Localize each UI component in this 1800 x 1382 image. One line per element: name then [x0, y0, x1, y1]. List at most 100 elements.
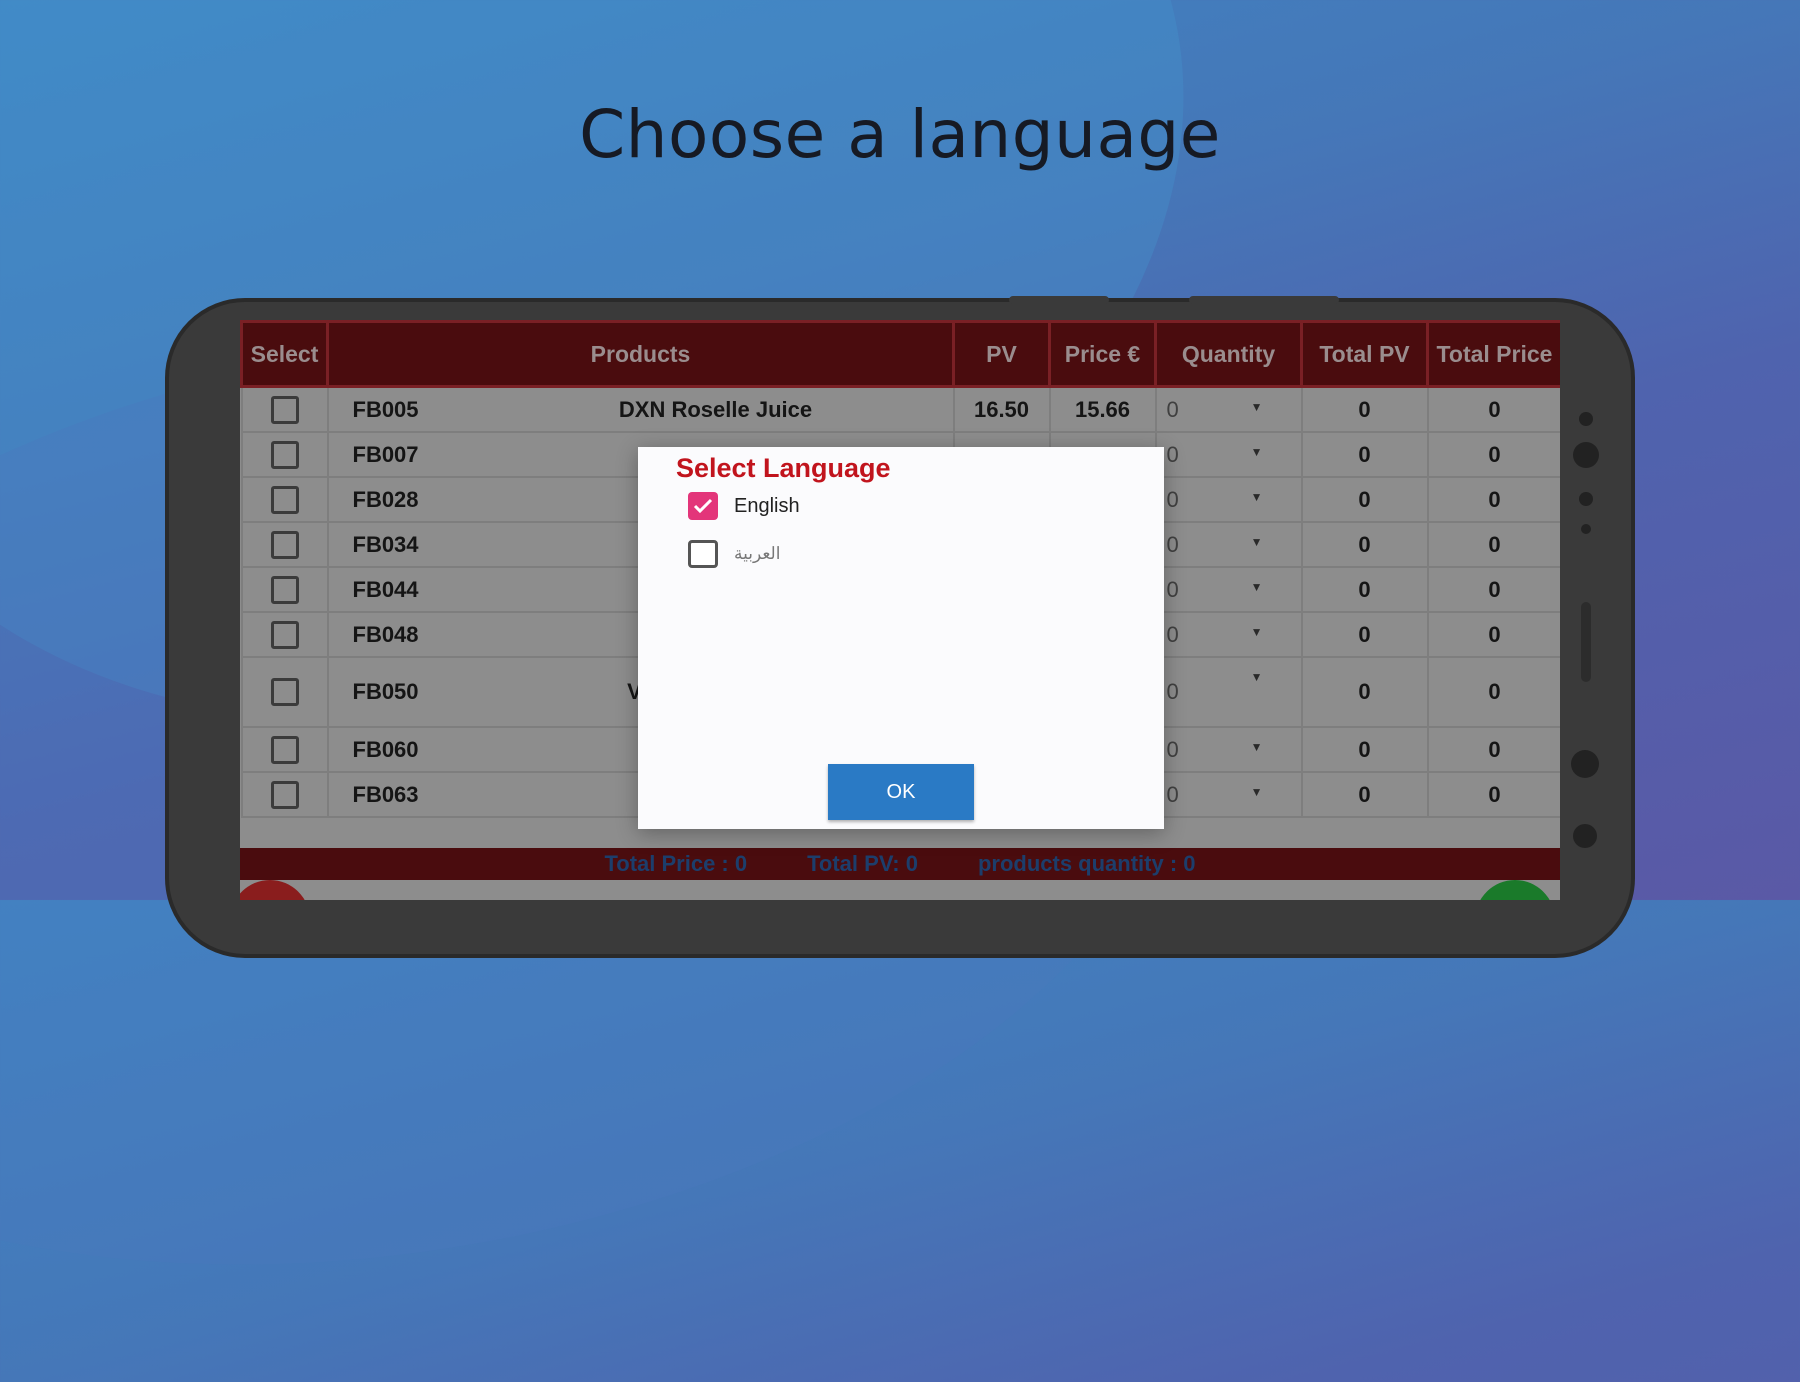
dropdown-arrow-icon[interactable]: ▼	[1251, 400, 1263, 414]
language-option-english[interactable]: English	[688, 492, 800, 520]
checkbox-icon[interactable]	[270, 678, 299, 707]
row-select-checkbox[interactable]	[240, 431, 329, 478]
checkbox-icon[interactable]	[270, 530, 299, 559]
row-quantity-select-value: 0	[1166, 621, 1179, 647]
row-total-pv-value: 0	[1358, 621, 1371, 647]
ok-button[interactable]: OK	[828, 764, 974, 820]
row-total-pv: 0	[1300, 726, 1429, 773]
language-label-english: English	[734, 494, 800, 517]
total-pv-label: Total PV: 0	[807, 851, 918, 876]
row-total-price: 0	[1426, 385, 1560, 433]
row-quantity-select-value: 0	[1166, 736, 1179, 762]
row-total-price-value: 0	[1488, 736, 1501, 762]
row-quantity-select[interactable]: 0 ▼	[1154, 566, 1303, 613]
row-total-price: 0	[1426, 431, 1560, 478]
dropdown-arrow-icon[interactable]: ▼	[1251, 490, 1263, 504]
row-total-pv: 0	[1300, 656, 1429, 728]
checkbox-icon[interactable]	[270, 620, 299, 649]
row-total-pv-value: 0	[1358, 679, 1371, 704]
column-header-total-price[interactable]: Total Price	[1426, 320, 1560, 388]
row-total-pv: 0	[1300, 431, 1429, 478]
table-row: FB005 DXN Roselle Juice 16.50 15.66 0 ▼ 0 0	[240, 385, 1560, 433]
row-total-price: 0	[1426, 521, 1560, 568]
row-select-checkbox[interactable]	[240, 566, 329, 613]
phone-sensor-icon	[1579, 492, 1593, 506]
column-header-price[interactable]: Price €	[1048, 320, 1157, 388]
row-product-code: FB005	[352, 396, 419, 422]
row-select-checkbox[interactable]	[240, 385, 329, 433]
dropdown-arrow-icon[interactable]: ▼	[1251, 785, 1263, 799]
row-quantity-select[interactable]: 0 ▼	[1154, 431, 1303, 478]
checkbox-icon[interactable]	[270, 735, 299, 764]
row-quantity-select[interactable]: 0 ▼	[1154, 476, 1303, 523]
checkbox-icon[interactable]	[270, 485, 299, 514]
phone-button	[1573, 824, 1597, 848]
checkbox-unchecked-icon[interactable]	[688, 540, 718, 568]
dropdown-arrow-icon[interactable]: ▼	[1251, 670, 1263, 684]
dropdown-arrow-icon[interactable]: ▼	[1251, 580, 1263, 594]
table-header-row: Select Products PV Price € Quantity Tota…	[240, 320, 1560, 388]
dialog-title: Select Language	[676, 453, 891, 483]
row-select-checkbox[interactable]	[240, 611, 329, 658]
phone-sensor-icon	[1579, 412, 1593, 426]
row-select-checkbox[interactable]	[240, 521, 329, 568]
row-quantity-select[interactable]: 0 ▼	[1154, 726, 1303, 773]
row-total-price: 0	[1426, 726, 1560, 773]
row-quantity-select-value: 0	[1166, 486, 1179, 512]
row-select-checkbox[interactable]	[240, 656, 329, 728]
dropdown-arrow-icon[interactable]: ▼	[1251, 445, 1263, 459]
dropdown-arrow-icon[interactable]: ▼	[1251, 535, 1263, 549]
totals-bar: Total Price : 0 Total PV: 0 products qua…	[240, 848, 1560, 880]
row-pv-value: 16.50	[973, 396, 1030, 422]
row-total-pv: 0	[1300, 385, 1429, 433]
phone-button	[1571, 750, 1599, 778]
left-action-button[interactable]	[240, 880, 310, 900]
row-quantity-select-value: 0	[1166, 781, 1179, 807]
row-quantity-select[interactable]: 0 ▼	[1154, 611, 1303, 658]
row-total-price-value: 0	[1488, 486, 1501, 512]
column-header-total-pv[interactable]: Total PV	[1300, 320, 1429, 388]
dropdown-arrow-icon[interactable]: ▼	[1251, 625, 1263, 639]
checkbox-icon[interactable]	[270, 780, 299, 809]
row-product-code: FB050	[352, 679, 419, 704]
row-total-pv-value: 0	[1358, 781, 1371, 807]
row-total-price: 0	[1426, 656, 1560, 728]
page-headline: Choose a language	[579, 96, 1221, 173]
column-header-quantity[interactable]: Quantity	[1154, 320, 1303, 388]
row-total-price: 0	[1426, 771, 1560, 818]
row-product-code: FB028	[352, 486, 419, 512]
column-header-select[interactable]: Select	[240, 320, 329, 388]
row-total-price: 0	[1426, 611, 1560, 658]
row-total-pv-value: 0	[1358, 486, 1371, 512]
row-total-pv-value: 0	[1358, 396, 1371, 422]
row-product-code: FB060	[352, 736, 419, 762]
phone-camera-icon	[1573, 442, 1599, 468]
checkbox-icon[interactable]	[270, 440, 299, 469]
row-product-code: FB007	[352, 441, 419, 467]
row-quantity-select[interactable]: 0 ▼	[1154, 656, 1303, 728]
dropdown-arrow-icon[interactable]: ▼	[1251, 740, 1263, 754]
row-total-pv: 0	[1300, 771, 1429, 818]
row-quantity-select[interactable]: 0 ▼	[1154, 385, 1303, 433]
row-quantity-select[interactable]: 0 ▼	[1154, 521, 1303, 568]
checkbox-checked-icon[interactable]	[688, 492, 718, 520]
language-option-arabic[interactable]: العربية	[688, 540, 780, 568]
checkbox-icon[interactable]	[270, 575, 299, 604]
row-total-price-value: 0	[1488, 576, 1501, 602]
right-action-button[interactable]	[1475, 880, 1555, 900]
checkbox-icon[interactable]	[270, 395, 299, 424]
row-total-price-value: 0	[1488, 781, 1501, 807]
row-quantity-select-value: 0	[1166, 576, 1179, 602]
row-quantity-select[interactable]: 0 ▼	[1154, 771, 1303, 818]
row-select-checkbox[interactable]	[240, 771, 329, 818]
row-total-price-value: 0	[1488, 621, 1501, 647]
row-total-pv-value: 0	[1358, 441, 1371, 467]
language-label-arabic: العربية	[734, 544, 781, 563]
column-header-pv[interactable]: PV	[952, 320, 1051, 388]
row-quantity-select-value: 0	[1166, 531, 1179, 557]
row-total-pv-value: 0	[1358, 576, 1371, 602]
row-select-checkbox[interactable]	[240, 726, 329, 773]
column-header-products[interactable]: Products	[326, 320, 955, 388]
row-select-checkbox[interactable]	[240, 476, 329, 523]
row-total-pv-value: 0	[1358, 736, 1371, 762]
